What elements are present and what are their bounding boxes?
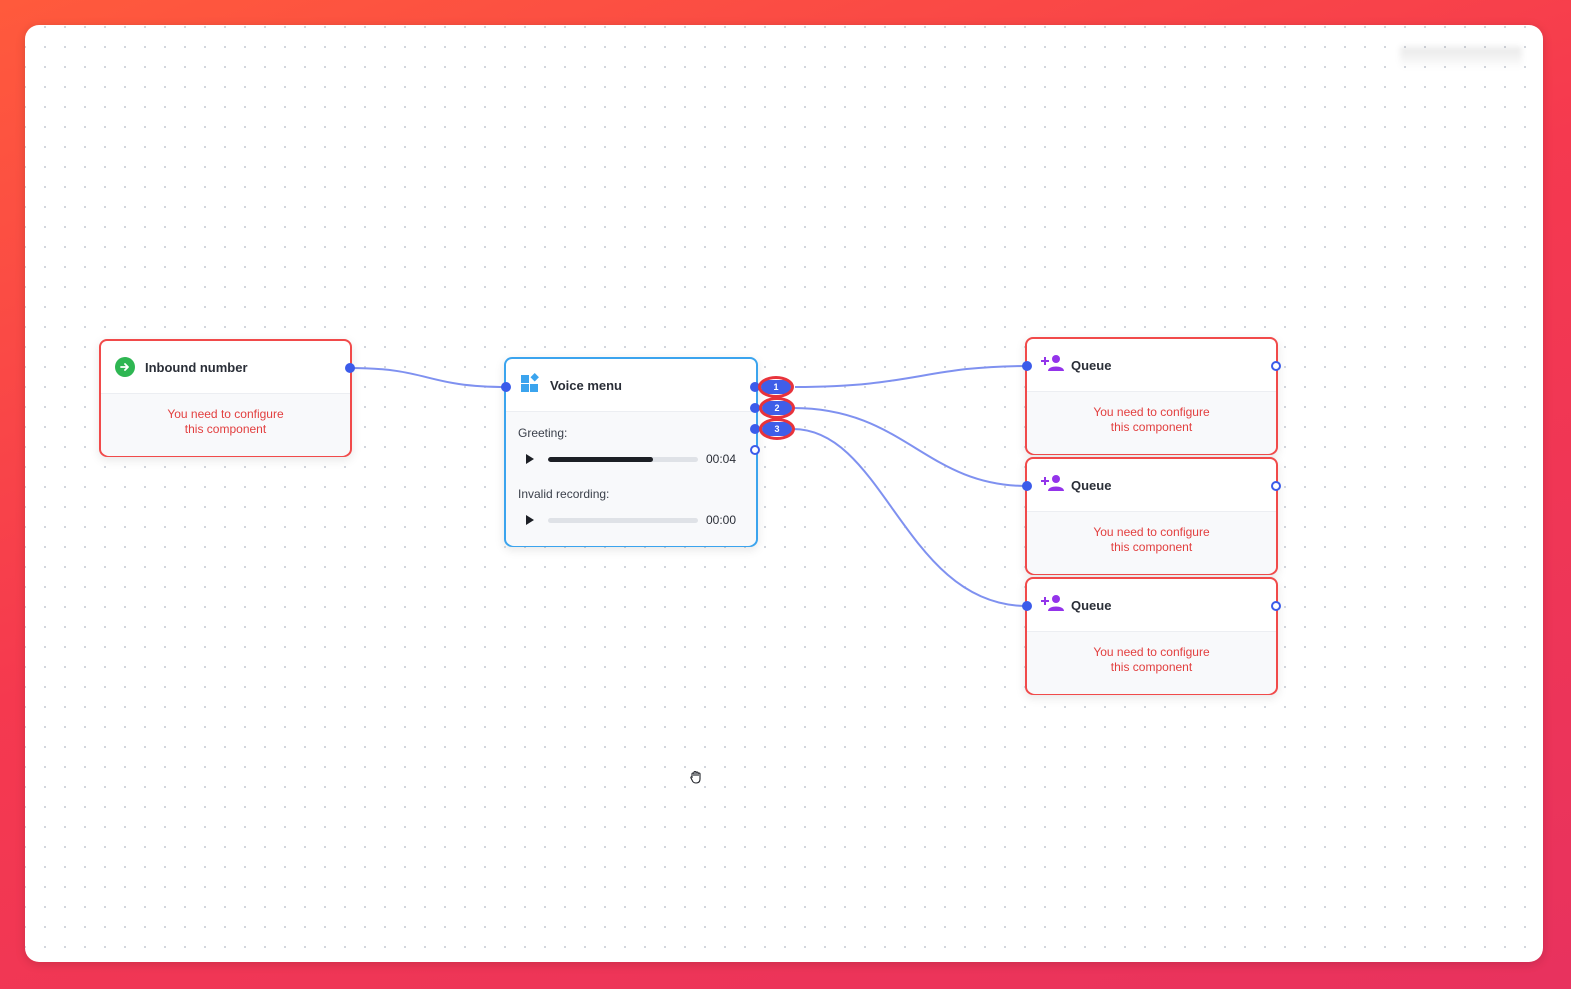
- warning-line-1: You need to configure: [1093, 645, 1210, 659]
- queue-node-body: You need to configure this component: [1027, 392, 1276, 454]
- queue-3-input-handle[interactable]: [1022, 601, 1032, 611]
- flow-canvas[interactable]: Inbound number You need to configure thi…: [25, 25, 1543, 962]
- inbound-node-body: You need to configure this component: [101, 394, 350, 456]
- widgets-icon: [520, 372, 540, 398]
- add-person-icon: [1041, 474, 1065, 497]
- voice-menu-header: Voice menu: [506, 359, 756, 412]
- greeting-label: Greeting:: [518, 426, 568, 440]
- queue-title: Queue: [1071, 357, 1112, 373]
- invalid-recording-label: Invalid recording:: [518, 487, 610, 501]
- voice-menu-default-handle[interactable]: [750, 445, 760, 455]
- option-2-highlight: [759, 397, 795, 419]
- arrow-right-circle-icon: [115, 357, 135, 377]
- voice-menu-input-handle[interactable]: [501, 382, 511, 392]
- queue-3-output-handle[interactable]: [1271, 601, 1281, 611]
- warning-line-2: this component: [1110, 420, 1193, 434]
- voice-menu-body: Greeting: 00:04 Invalid recording: 00:00: [506, 412, 756, 546]
- queue-title: Queue: [1071, 477, 1112, 493]
- option-3-highlight: [759, 418, 795, 440]
- inbound-node-header: Inbound number: [101, 341, 350, 394]
- inbound-number-node[interactable]: Inbound number You need to configure thi…: [99, 339, 352, 457]
- inbound-node-title: Inbound number: [145, 359, 248, 375]
- queue-config-warning: You need to configure this component: [1027, 392, 1276, 435]
- voice-menu-node[interactable]: Voice menu Greeting: 00:04 Invalid recor…: [504, 357, 758, 547]
- inbound-output-handle[interactable]: [345, 363, 355, 373]
- greeting-audio-player: 00:04: [506, 448, 756, 470]
- invalid-progress-bar[interactable]: [548, 517, 698, 523]
- greeting-progress-fill: [548, 456, 653, 462]
- queue-node-header: Queue: [1027, 579, 1276, 632]
- queue-node-body: You need to configure this component: [1027, 632, 1276, 694]
- queue-2-input-handle[interactable]: [1022, 481, 1032, 491]
- warning-line-1: You need to configure: [167, 407, 284, 421]
- queue-node-header: Queue: [1027, 339, 1276, 392]
- connection-edges: [349, 365, 1028, 607]
- edge-option-3-to-queue-3[interactable]: [792, 428, 1028, 607]
- queue-2-output-handle[interactable]: [1271, 481, 1281, 491]
- add-person-icon: [1041, 594, 1065, 617]
- greeting-progress-bar[interactable]: [548, 456, 698, 462]
- warning-line-1: You need to configure: [1093, 525, 1210, 539]
- play-icon[interactable]: [526, 515, 534, 525]
- queue-1-output-handle[interactable]: [1271, 361, 1281, 371]
- warning-line-2: this component: [1110, 540, 1193, 554]
- queue-config-warning: You need to configure this component: [1027, 512, 1276, 555]
- edge-option-1-to-queue-1[interactable]: [794, 365, 1028, 388]
- grab-hand-icon: [688, 769, 704, 785]
- queue-node-body: You need to configure this component: [1027, 512, 1276, 574]
- queue-node-2[interactable]: Queue You need to configure this compone…: [1025, 457, 1278, 575]
- warning-line-2: this component: [1110, 660, 1193, 674]
- inbound-config-warning: You need to configure this component: [101, 394, 350, 437]
- invalid-time: 00:00: [706, 513, 737, 527]
- queue-node-3[interactable]: Queue You need to configure this compone…: [1025, 577, 1278, 695]
- option-1-highlight: [758, 376, 794, 398]
- queue-node-header: Queue: [1027, 459, 1276, 512]
- edge-option-2-to-queue-2[interactable]: [792, 407, 1028, 487]
- greeting-time: 00:04: [706, 452, 737, 466]
- edge-inbound-to-voice-menu[interactable]: [349, 367, 508, 388]
- queue-node-1[interactable]: Queue You need to configure this compone…: [1025, 337, 1278, 455]
- voice-menu-title: Voice menu: [550, 377, 623, 393]
- queue-config-warning: You need to configure this component: [1027, 632, 1276, 675]
- queue-1-input-handle[interactable]: [1022, 361, 1032, 371]
- invalid-audio-player: 00:00: [506, 509, 756, 531]
- warning-line-1: You need to configure: [1093, 405, 1210, 419]
- queue-title: Queue: [1071, 597, 1112, 613]
- play-icon[interactable]: [526, 454, 534, 464]
- add-person-icon: [1041, 354, 1065, 377]
- warning-line-2: this component: [184, 422, 267, 436]
